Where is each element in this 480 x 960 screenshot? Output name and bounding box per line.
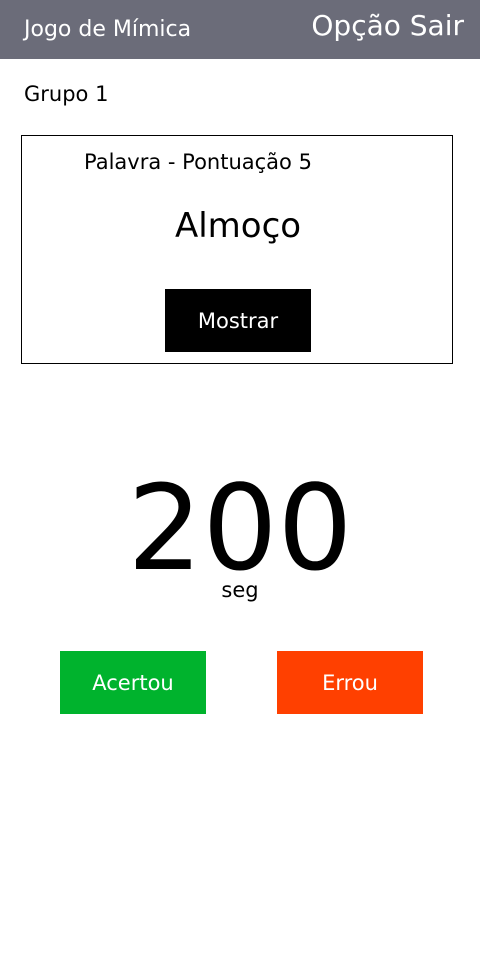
app-title: Jogo de Mímica	[24, 17, 192, 42]
correct-button[interactable]: Acertou	[60, 651, 206, 714]
app-screen: Jogo de Mímica Opção Sair Grupo 1 Palavr…	[0, 0, 480, 960]
header-bar: Jogo de Mímica Opção Sair	[0, 0, 480, 59]
word-card: Palavra - Pontuação 5 Almoço Mostrar	[21, 135, 453, 364]
word-score-label: Palavra - Pontuação 5	[84, 150, 312, 174]
wrong-button[interactable]: Errou	[277, 651, 423, 714]
group-label: Grupo 1	[24, 82, 109, 106]
timer-value: 200	[127, 459, 353, 597]
show-button[interactable]: Mostrar	[165, 289, 311, 352]
exit-option[interactable]: Opção Sair	[311, 9, 464, 42]
timer-unit: seg	[221, 578, 259, 602]
secret-word: Almoço	[174, 206, 302, 246]
